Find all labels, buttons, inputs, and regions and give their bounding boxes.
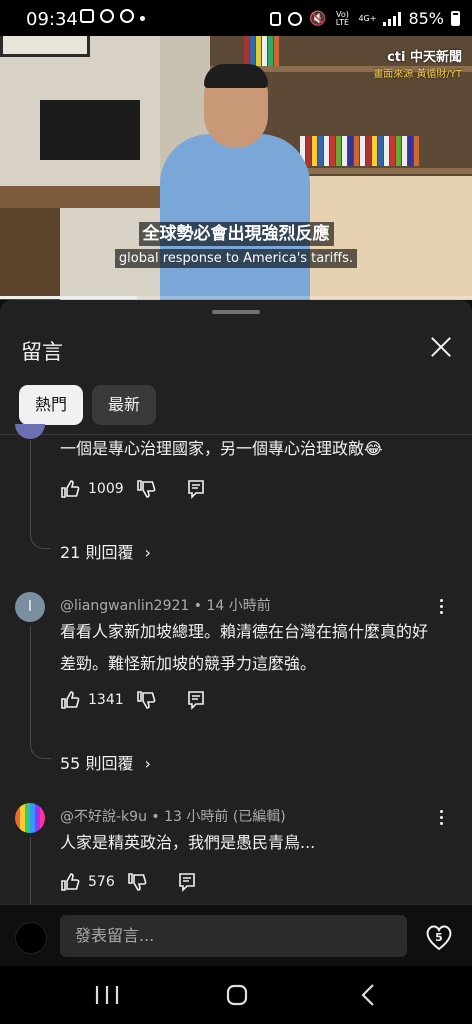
- signal-icon: [383, 11, 402, 26]
- thread-line: [30, 440, 31, 532]
- lock-icon: [270, 11, 281, 26]
- thumbs-down-icon[interactable]: [127, 872, 147, 892]
- comment-meta: @liangwanlin2921 • 14 小時前: [60, 598, 271, 614]
- reply-icon[interactable]: [186, 479, 206, 499]
- video-player[interactable]: cti 中天新聞 畫面來源 黃循財/YT 全球勢必會出現強烈反應 global …: [0, 36, 472, 300]
- thumbs-up-icon[interactable]: [60, 479, 80, 499]
- home-icon[interactable]: [222, 982, 252, 1008]
- comment-actions: 1341: [60, 688, 206, 712]
- reply-icon[interactable]: [177, 872, 197, 892]
- comment-text-line: 差勁。難怪新加坡的競爭力這麼強。: [60, 654, 317, 673]
- thread-line: [30, 837, 31, 904]
- comment-author[interactable]: @liangwanlin2921: [60, 598, 189, 614]
- thumbs-down-icon[interactable]: [136, 479, 156, 499]
- youtube-icon: [100, 9, 114, 23]
- caption-english-text: global response to America's tariffs.: [114, 249, 358, 268]
- back-icon[interactable]: [354, 982, 384, 1008]
- channel-watermark: cti 中天新聞 畫面來源 黃循財/YT: [373, 46, 462, 80]
- video-frame-decor: [0, 36, 90, 57]
- network-label: Vo) LTE: [335, 9, 350, 27]
- recent-apps-icon[interactable]: [92, 982, 122, 1008]
- video-speaker-body: [160, 134, 310, 300]
- thumbs-up-icon[interactable]: [60, 690, 80, 710]
- avatar[interactable]: l: [15, 592, 45, 622]
- video-progress-bar[interactable]: [0, 296, 472, 299]
- comment-text: 看看人家新加坡總理。賴清德在台灣在搞什麼真的好 差勁。難怪新加坡的競爭力這麼強。: [60, 616, 440, 680]
- close-icon[interactable]: [426, 332, 456, 362]
- watermark-logo: cti 中天新聞: [387, 50, 462, 65]
- image-icon: [80, 9, 94, 23]
- battery-icon: [451, 11, 460, 26]
- comment-text: 一個是專心治理國家，另一個專心治理政敵😂: [60, 439, 383, 458]
- status-time: 09:34: [26, 9, 78, 30]
- caption-english: global response to America's tariffs.: [0, 247, 472, 268]
- comment-time: 14 小時前: [206, 598, 271, 614]
- comment-actions: 576: [60, 870, 197, 894]
- caption-chinese: 全球勢必會出現強烈反應: [0, 219, 472, 246]
- sort-tabs: 熱門 最新: [19, 385, 157, 425]
- avatar[interactable]: [15, 922, 47, 954]
- facebook-icon: [120, 9, 134, 23]
- chevron-right-icon: ›: [144, 754, 151, 773]
- thumbs-down-icon[interactable]: [136, 690, 156, 710]
- heart-count: 5: [435, 931, 443, 944]
- comment-text-line: 看看人家新加坡總理。賴清德在台灣在搞什麼真的好: [60, 622, 429, 641]
- view-replies-button[interactable]: 55 則回覆 ›: [60, 750, 151, 774]
- sheet-title: 留言: [21, 340, 63, 364]
- more-vert-icon[interactable]: [440, 810, 444, 828]
- thumbs-up-icon[interactable]: [60, 872, 80, 892]
- caption-chinese-text: 全球勢必會出現強烈反應: [138, 222, 334, 246]
- more-vert-icon[interactable]: [440, 599, 444, 617]
- like-count: 1341: [88, 692, 124, 708]
- comments-sheet: 留言 熱門 最新 一個是專心治理國家，另一個專心治理政敵😂 1009 21 則回…: [0, 300, 472, 904]
- reply-icon[interactable]: [186, 690, 206, 710]
- mute-icon: 🔇: [309, 10, 327, 27]
- comment-meta: @不好說-k9u • 13 小時前 (已編輯): [60, 809, 286, 825]
- video-desk: [0, 186, 170, 208]
- view-replies-button[interactable]: 21 則回覆 ›: [60, 539, 151, 563]
- drag-handle[interactable]: [212, 310, 260, 314]
- system-icons: 🔇 Vo) LTE 4G+ 85%: [270, 9, 460, 28]
- comment-time: 13 小時前 (已編輯): [164, 809, 286, 825]
- comment-actions: 1009: [60, 477, 206, 501]
- avatar[interactable]: [15, 803, 45, 833]
- avatar[interactable]: [15, 424, 45, 439]
- comment-composer: 發表留言... 5: [0, 904, 472, 967]
- chevron-right-icon: ›: [144, 543, 151, 562]
- comment-text: 人家是精英政治，我們是愚民青鳥...: [60, 833, 316, 852]
- more-notifications-dot: [140, 16, 145, 21]
- like-count: 1009: [88, 481, 124, 497]
- tab-top[interactable]: 熱門: [19, 385, 84, 425]
- thread-curve: [30, 742, 51, 759]
- watermark-source: 畫面來源 黃循財/YT: [373, 69, 462, 80]
- heart-icon[interactable]: 5: [423, 921, 455, 953]
- alarm-icon: [288, 11, 302, 26]
- comment-input[interactable]: 發表留言...: [60, 915, 407, 957]
- network-gen: 4G+: [358, 13, 377, 23]
- video-progress-fill: [0, 296, 137, 299]
- battery-percent: 85%: [408, 9, 444, 28]
- video-speaker-hair: [204, 64, 268, 88]
- like-count: 576: [88, 874, 115, 890]
- thread-curve: [30, 532, 51, 549]
- tab-newest[interactable]: 最新: [92, 385, 157, 425]
- replies-count: 21 則回覆: [60, 543, 134, 562]
- replies-count: 55 則回覆: [60, 754, 134, 773]
- system-nav-bar: [0, 966, 472, 1024]
- thread-line: [30, 626, 31, 742]
- comment-author[interactable]: @不好說-k9u: [60, 809, 147, 825]
- video-monitor: [40, 100, 140, 160]
- status-bar: 09:34 🔇 Vo) LTE 4G+ 85%: [0, 0, 472, 36]
- notification-icons: [80, 9, 145, 23]
